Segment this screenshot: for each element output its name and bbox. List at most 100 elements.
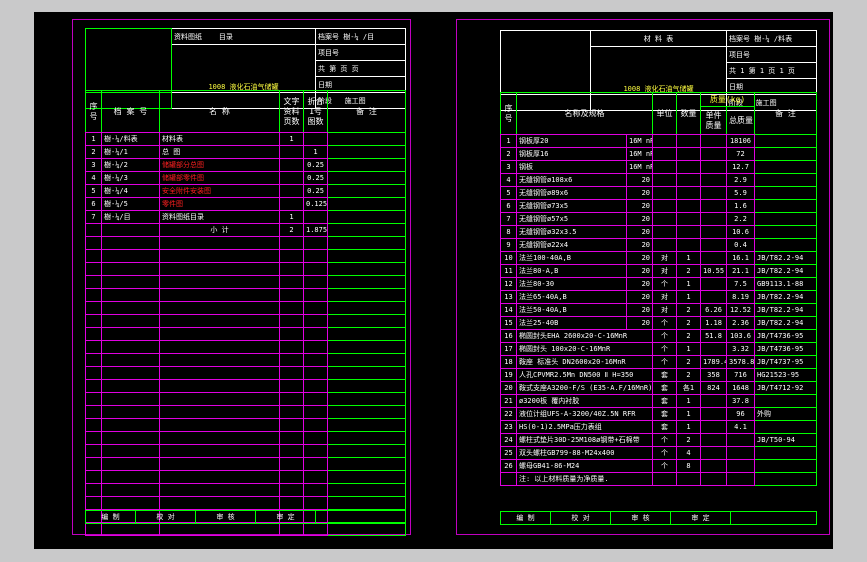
row-pages: 2 bbox=[279, 223, 304, 237]
row-note bbox=[754, 394, 817, 408]
row-qty bbox=[676, 238, 701, 252]
row-no: 10 bbox=[500, 251, 517, 265]
col-no: 序号 bbox=[500, 92, 517, 135]
left-column-header: 序号 档 案 号 名 称 文字资料页数 折合1号图数 备 注 bbox=[85, 90, 406, 133]
row-code bbox=[101, 470, 160, 484]
row-name: 钢板 bbox=[516, 160, 627, 174]
table-row: 1 樹-¼/料表 材料表 1 bbox=[85, 132, 406, 146]
right-column-header: 序号 名称及规格 单位 数量 质量(kg) 备 注 单件质量 总质量 bbox=[500, 92, 818, 135]
row-unit-mass bbox=[700, 277, 727, 291]
table-row bbox=[85, 379, 406, 393]
row-note bbox=[754, 472, 817, 486]
row-name: 法兰80-A,B bbox=[516, 264, 627, 278]
row-no: 23 bbox=[500, 420, 517, 434]
row-unit: 套 bbox=[652, 420, 677, 434]
row-note bbox=[327, 470, 406, 484]
table-row: 25 双头螺柱GB799-88-M24x400 个 4 bbox=[500, 446, 817, 460]
row-name bbox=[159, 262, 280, 276]
table-row: 20 鞍式支座A3200-F/S (E35-A.F/16MnR) 套各1 824 164… bbox=[500, 381, 817, 395]
row-total-mass: 716 bbox=[726, 368, 755, 382]
table-row: 4 樹-¼/3 储罐部零件图 0.25 bbox=[85, 171, 406, 185]
row-no bbox=[85, 470, 102, 484]
row-sheets bbox=[303, 262, 328, 276]
row-note bbox=[754, 459, 817, 473]
row-qty: 1 bbox=[676, 420, 701, 434]
row-note bbox=[327, 405, 406, 419]
row-qty bbox=[676, 225, 701, 239]
row-qty: 2 bbox=[676, 433, 701, 447]
row-name bbox=[159, 314, 280, 328]
row-name: 鞍式支座A3200-F/S (E35-A.F/16MnR) bbox=[516, 381, 653, 395]
row-no: 7 bbox=[85, 210, 102, 224]
row-code bbox=[101, 314, 160, 328]
row-unit-mass bbox=[700, 251, 727, 265]
row-note bbox=[327, 496, 406, 510]
sign-check: 校 对 bbox=[135, 510, 196, 524]
row-no: 16 bbox=[500, 329, 517, 343]
row-no bbox=[85, 223, 102, 237]
col-mass: 质量(kg) bbox=[699, 92, 756, 107]
row-pages bbox=[279, 470, 304, 484]
row-note bbox=[754, 420, 817, 434]
row-total-mass: 4.1 bbox=[726, 420, 755, 434]
row-unit-mass bbox=[700, 186, 727, 200]
table-row: 15 法兰25-40B 20 个 2 1.18 2.36 JB/T82.2-94 bbox=[500, 316, 817, 330]
project-name: 1008 液化石油气储罐 bbox=[590, 46, 727, 95]
row-no bbox=[85, 444, 102, 458]
row-name bbox=[159, 288, 280, 302]
row-spec: 20 bbox=[626, 199, 653, 213]
row-no: 13 bbox=[500, 290, 517, 304]
row-spec: 20 bbox=[626, 264, 653, 278]
row-pages bbox=[279, 327, 304, 341]
row-spec: 20 bbox=[626, 173, 653, 187]
row-qty: 2 bbox=[676, 355, 701, 369]
row-no: 15 bbox=[500, 316, 517, 330]
table-row: 19 人孔CPVMR2.5Mn DN500 Ⅱ H=350 套 2 358 716 HG21… bbox=[500, 368, 817, 382]
blank-cell bbox=[730, 511, 817, 525]
row-sheets bbox=[303, 314, 328, 328]
row-name bbox=[159, 392, 280, 406]
row-pages bbox=[279, 444, 304, 458]
row-note bbox=[327, 353, 406, 367]
row-code: 樹-¼/料表 bbox=[101, 132, 160, 146]
row-sheets: 0.25 bbox=[303, 158, 328, 172]
row-pages bbox=[279, 366, 304, 380]
row-pages bbox=[279, 301, 304, 315]
project-no: 项目号 bbox=[315, 44, 406, 61]
row-pages bbox=[279, 392, 304, 406]
row-name bbox=[159, 366, 280, 380]
table-row bbox=[85, 314, 406, 328]
row-name bbox=[159, 496, 280, 510]
row-no: 25 bbox=[500, 446, 517, 460]
row-note: 外购 bbox=[754, 407, 817, 421]
row-note bbox=[754, 212, 817, 226]
project-no: 项目号 bbox=[726, 46, 817, 63]
row-pages bbox=[279, 457, 304, 471]
col-total-mass: 总质量 bbox=[725, 106, 756, 135]
row-name: 鞍座 标准头 DN2600x20-16MnR bbox=[516, 355, 653, 369]
col-note: 备 注 bbox=[754, 92, 818, 135]
row-note bbox=[327, 522, 406, 536]
row-no: 7 bbox=[500, 212, 517, 226]
row-sheets: 1.875 bbox=[303, 223, 328, 237]
row-name: 法兰25-40B bbox=[516, 316, 627, 330]
row-unit-mass bbox=[700, 134, 727, 148]
row-sheets: 0.125 bbox=[303, 197, 328, 211]
row-pages bbox=[279, 522, 304, 536]
row-name: 小 计 bbox=[159, 223, 280, 237]
col-sheets: 折合1号图数 bbox=[303, 90, 328, 133]
col-name: 名称及规格 bbox=[516, 92, 653, 135]
row-unit bbox=[652, 212, 677, 226]
row-name bbox=[159, 249, 280, 263]
row-total-mass: 12.7 bbox=[726, 160, 755, 174]
row-total-mass: 1.6 bbox=[726, 199, 755, 213]
row-sheets bbox=[303, 340, 328, 354]
table-row: 8 无缝钢管ø32x3.5 20 10.6 bbox=[500, 225, 817, 239]
row-unit: 个 bbox=[652, 342, 677, 356]
row-qty bbox=[676, 212, 701, 226]
row-code bbox=[101, 340, 160, 354]
row-code bbox=[101, 392, 160, 406]
row-qty: 2 bbox=[676, 368, 701, 382]
row-code bbox=[101, 353, 160, 367]
blank-cell bbox=[85, 28, 172, 93]
